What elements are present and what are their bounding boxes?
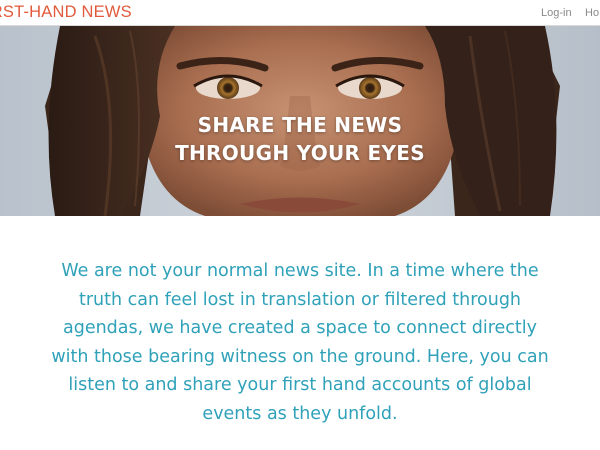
hero-headline: SHARE THE NEWS THROUGH YOUR EYES (0, 111, 600, 167)
top-navigation-bar: IRST-HAND NEWS Log-in Ho (0, 0, 600, 26)
mission-line-1: We are not your normal news site. In a t… (61, 261, 539, 281)
mission-statement: We are not your normal news site. In a t… (10, 257, 590, 428)
mission-line-5: listen to and share your first hand acco… (68, 375, 532, 395)
hero-headline-line-2: THROUGH YOUR EYES (175, 141, 425, 165)
mission-line-6: events as they unfold. (202, 403, 398, 424)
mission-line-2: truth can feel lost in translation or fi… (78, 289, 522, 310)
nav-home-link[interactable]: Ho (585, 7, 599, 19)
mission-line-3: agendas, we have created a space to conn… (62, 318, 538, 338)
mission-line-4: with those bearing witness on the ground… (51, 346, 549, 367)
nav-login-link[interactable]: Log-in (541, 7, 572, 19)
site-logo[interactable]: IRST-HAND NEWS (0, 3, 132, 22)
hero-banner: SHARE THE NEWS THROUGH YOUR EYES (0, 26, 600, 216)
hero-headline-line-1: SHARE THE NEWS (197, 113, 403, 137)
